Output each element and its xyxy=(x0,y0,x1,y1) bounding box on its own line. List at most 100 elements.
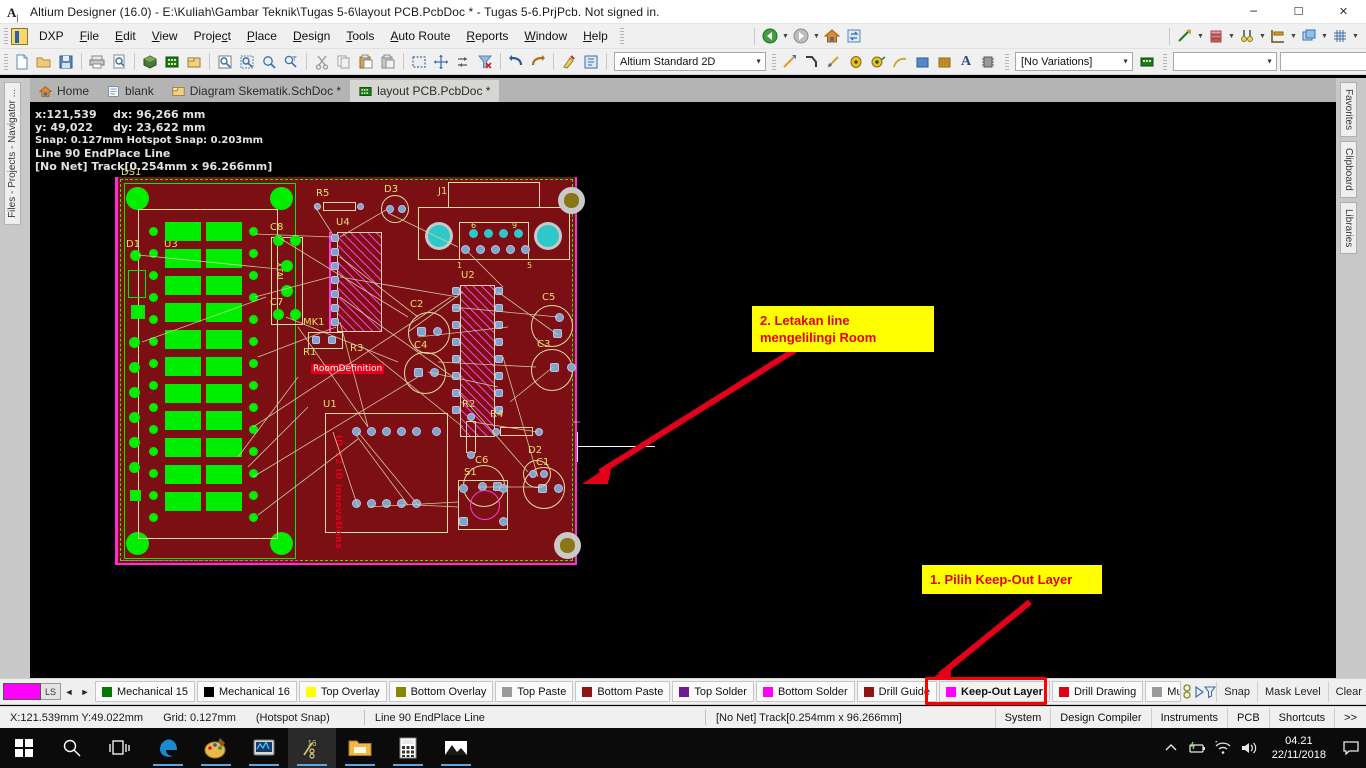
panel-tab-libraries[interactable]: Libraries xyxy=(1340,201,1357,255)
copy-icon[interactable] xyxy=(333,51,355,72)
minimize-button[interactable]: ─ xyxy=(1231,0,1276,24)
open-folder-icon[interactable] xyxy=(33,51,55,72)
layer-tab-top-overlay[interactable]: Top Overlay xyxy=(298,681,387,702)
layer-play-icon[interactable] xyxy=(1194,685,1205,698)
maximize-button[interactable]: ☐ xyxy=(1276,0,1321,24)
wifi-icon[interactable]: * xyxy=(1210,728,1236,768)
panel-button-shortcuts[interactable]: Shortcuts xyxy=(1268,707,1334,728)
undo-icon[interactable] xyxy=(505,51,527,72)
layer-toggle-icon[interactable] xyxy=(1181,683,1194,700)
battery-icon[interactable] xyxy=(1184,728,1210,768)
grid-dropdown-caret[interactable]: ▼ xyxy=(1351,33,1360,40)
layer-tab-bottom-paste[interactable]: Bottom Paste xyxy=(575,681,671,702)
zoom-fit-icon[interactable] xyxy=(214,51,236,72)
print-preview-icon[interactable] xyxy=(108,51,130,72)
tab-home[interactable]: Home xyxy=(30,80,99,102)
mask-level-button[interactable]: Mask Level xyxy=(1257,681,1328,702)
menu-edit[interactable]: Edit xyxy=(107,26,144,46)
layersets-dropdown-caret[interactable]: ▼ xyxy=(1320,33,1329,40)
close-button[interactable]: ✕ xyxy=(1321,0,1366,24)
menu-tools[interactable]: Tools xyxy=(338,26,382,46)
taskbar-app-photos[interactable] xyxy=(432,728,480,768)
panel-tab-favorites[interactable]: Favorites xyxy=(1340,82,1357,138)
layer-tab-multi-layer[interactable]: Mu xyxy=(1145,681,1182,702)
menu-reports[interactable]: Reports xyxy=(458,26,516,46)
active-layer-color-swatch[interactable] xyxy=(3,683,41,700)
layer-tab-mechanical-16[interactable]: Mechanical 16 xyxy=(196,681,297,702)
clear-filter-icon[interactable] xyxy=(474,51,496,72)
menu-design[interactable]: Design xyxy=(285,26,338,46)
menu-place[interactable]: Place xyxy=(239,26,285,46)
panel-button-pcb[interactable]: PCB xyxy=(1227,707,1269,728)
layer-tab-top-solder[interactable]: Top Solder xyxy=(672,681,754,702)
layer-tab-bottom-overlay[interactable]: Bottom Overlay xyxy=(388,681,494,702)
zoom-in-icon[interactable] xyxy=(258,51,280,72)
show-hidden-icons-chevron[interactable] xyxy=(1158,728,1184,768)
toolbar-grip-6[interactable] xyxy=(1163,53,1167,70)
layer-tab-bottom-solder[interactable]: Bottom Solder xyxy=(755,681,855,702)
find-dropdown-caret[interactable]: ▼ xyxy=(1258,33,1267,40)
insight-dropdown-caret[interactable]: ▼ xyxy=(1289,33,1298,40)
place-string-icon[interactable]: A xyxy=(955,51,977,72)
place-line-icon[interactable] xyxy=(779,51,801,72)
menu-file[interactable]: File xyxy=(72,26,107,46)
forward-dropdown-caret[interactable]: ▼ xyxy=(812,33,821,40)
toolbar-grip[interactable] xyxy=(4,28,8,44)
layer-sets-button[interactable]: LS xyxy=(41,683,62,700)
forward-icon[interactable] xyxy=(790,26,812,47)
zoom-filter-icon[interactable] xyxy=(280,51,302,72)
taskbar-app-file-explorer[interactable] xyxy=(336,728,384,768)
place-arc-center-icon[interactable] xyxy=(889,51,911,72)
highlight-icon[interactable] xyxy=(558,51,580,72)
action-center-icon[interactable] xyxy=(1336,728,1366,768)
taskbar-clock[interactable]: 04.21 22/11/2018 xyxy=(1262,728,1336,768)
tab-layout-pcb[interactable]: layout PCB.PcbDoc * xyxy=(350,80,500,102)
cut-icon[interactable] xyxy=(311,51,333,72)
place-component-icon[interactable] xyxy=(977,51,999,72)
layer-tab-drill-guide[interactable]: Drill Guide xyxy=(856,681,938,702)
volume-icon[interactable] xyxy=(1236,728,1262,768)
place-fill-icon[interactable] xyxy=(911,51,933,72)
pcb-canvas[interactable]: x:121,539 dx: 96,266 mm y: 49,022 dy: 23,6… xyxy=(30,102,1336,678)
place-pad-icon[interactable] xyxy=(845,51,867,72)
select-area-icon[interactable] xyxy=(408,51,430,72)
menu-window[interactable]: Window xyxy=(516,26,575,46)
place-track-icon[interactable] xyxy=(801,51,823,72)
view-config-combo[interactable]: Altium Standard 2D ▼ xyxy=(614,52,766,71)
move-icon[interactable] xyxy=(430,51,452,72)
panel-button-design-compiler[interactable]: Design Compiler xyxy=(1050,707,1150,728)
layers-dropdown-caret[interactable]: ▼ xyxy=(1227,33,1236,40)
redo-icon[interactable] xyxy=(527,51,549,72)
toolbar-grip-4[interactable] xyxy=(772,53,776,70)
panel-tab-files-projects-navigator[interactable]: Files - Projects - Navigator ... xyxy=(4,82,21,225)
blank-combo-1[interactable]: ▼ xyxy=(1173,52,1277,71)
back-dropdown-caret[interactable]: ▼ xyxy=(781,33,790,40)
variations-combo[interactable]: [No Variations] ▼ xyxy=(1015,52,1133,71)
taskbar-app-calculator[interactable] xyxy=(384,728,432,768)
menu-auto-route[interactable]: Auto Route xyxy=(382,26,458,46)
menu-help[interactable]: Help xyxy=(575,26,616,46)
menu-project[interactable]: Project xyxy=(186,26,239,46)
panel-button-system[interactable]: System xyxy=(994,707,1051,728)
layer-tab-keep-out-layer[interactable]: Keep-Out Layer xyxy=(939,681,1050,702)
windows-start-icon[interactable] xyxy=(0,728,48,768)
zoom-area-icon[interactable] xyxy=(236,51,258,72)
layer-tab-mechanical-15[interactable]: Mechanical 15 xyxy=(95,681,195,702)
tab-diagram-skematik[interactable]: Diagram Skematik.SchDoc * xyxy=(162,80,351,102)
layer-filter-icon[interactable] xyxy=(1204,685,1217,698)
panel-tab-clipboard[interactable]: Clipboard xyxy=(1340,141,1357,198)
dxp-icon[interactable] xyxy=(11,27,28,45)
taskbar-app-multisim[interactable] xyxy=(240,728,288,768)
save-icon[interactable] xyxy=(55,51,77,72)
snap-button[interactable]: Snap xyxy=(1216,681,1257,702)
panel-button-instruments[interactable]: Instruments xyxy=(1150,707,1227,728)
place-arc-icon[interactable] xyxy=(823,51,845,72)
view-3d-icon[interactable] xyxy=(139,51,161,72)
inspector-icon[interactable] xyxy=(580,51,602,72)
search-icon[interactable] xyxy=(48,728,96,768)
measure-icon[interactable] xyxy=(1174,26,1196,47)
back-icon[interactable] xyxy=(759,26,781,47)
layer-next-button[interactable]: ► xyxy=(77,682,93,701)
place-polygon-icon[interactable] xyxy=(933,51,955,72)
refresh-icon[interactable] xyxy=(843,26,865,47)
